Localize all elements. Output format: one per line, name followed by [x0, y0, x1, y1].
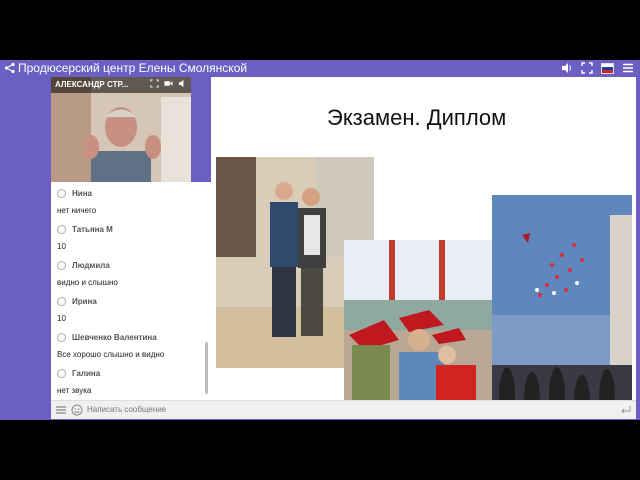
top-bar: Продюсерский центр Елены Смолянской [0, 60, 640, 77]
video-toolbar: АЛЕКСАНДР СТР... [51, 77, 191, 93]
message-text: видно и слышно [57, 278, 118, 287]
menu-icon[interactable] [622, 62, 634, 74]
chat-message: Шевченко Валентина Все хорошо слышно и в… [57, 333, 207, 359]
message-author: Людмила [72, 261, 110, 270]
chat-panel: Нина нет ничего Татьяна М 10 Людмила вид… [51, 182, 211, 400]
send-icon[interactable] [620, 404, 632, 416]
avatar-icon [57, 369, 66, 378]
russian-flag-icon[interactable] [601, 62, 614, 74]
chat-message: Татьяна М 10 [57, 225, 207, 251]
webinar-window: Продюсерский центр Елены Смолянской АЛЕК… [0, 60, 640, 420]
chat-message: Людмила видно и слышно [57, 261, 207, 287]
message-author: Шевченко Валентина [72, 333, 157, 342]
camera-icon[interactable] [164, 79, 173, 88]
message-text: нет звука [57, 386, 92, 395]
message-text: Все хорошо слышно и видно [57, 350, 165, 359]
message-text: 10 [57, 314, 66, 323]
chat-message: Ирина 10 [57, 297, 207, 323]
avatar-icon [57, 189, 66, 198]
message-author: Ирина [72, 297, 97, 306]
volume-icon[interactable] [561, 62, 573, 74]
app-title: Продюсерский центр Елены Смолянской [18, 61, 248, 75]
emoji-icon[interactable] [71, 404, 83, 416]
avatar-icon [57, 225, 66, 234]
message-input[interactable]: Написать сообщение [87, 405, 166, 414]
photo-graduates [344, 240, 492, 400]
message-author: Татьяна М [72, 225, 113, 234]
slide-title: Экзамен. Диплом [327, 105, 507, 130]
chat-input-bar: Написать сообщение [51, 400, 636, 419]
presentation-slide: Экзамен. Диплом [211, 77, 636, 400]
fullscreen-icon[interactable] [581, 62, 593, 74]
avatar-icon [57, 261, 66, 270]
speaker-name: АЛЕКСАНДР СТР... [55, 80, 129, 89]
avatar-icon [57, 297, 66, 306]
speaker-video: АЛЕКСАНДР СТР... [51, 77, 191, 182]
menu-icon[interactable] [55, 404, 67, 416]
chat-message: Нина нет ничего [57, 189, 207, 215]
share-icon[interactable] [4, 62, 16, 74]
message-text: нет ничего [57, 206, 97, 215]
expand-icon[interactable] [150, 79, 159, 88]
avatar-icon [57, 333, 66, 342]
speaker-icon[interactable] [178, 79, 187, 88]
chat-scrollbar[interactable] [205, 342, 208, 394]
message-author: Галина [72, 369, 101, 378]
chat-message: Галина нет звука [57, 369, 207, 395]
photo-balloons [492, 195, 632, 400]
message-author: Нина [72, 189, 92, 198]
message-text: 10 [57, 242, 66, 251]
